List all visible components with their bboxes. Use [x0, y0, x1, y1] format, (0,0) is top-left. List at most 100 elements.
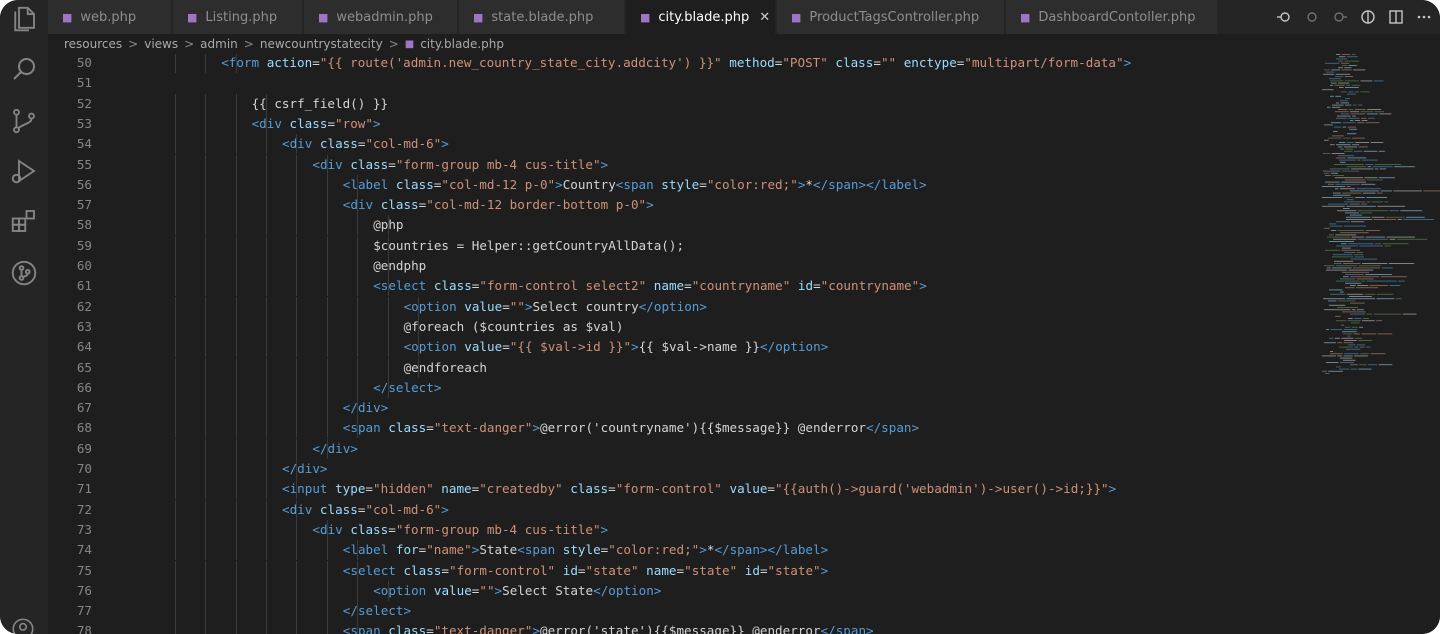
minimap-line [1338, 82, 1350, 84]
extensions-icon[interactable] [9, 206, 39, 236]
minimap-line [1340, 357, 1353, 359]
code-line[interactable]: 64 <option value="{{ $val->id }}">{{ $val… [48, 337, 1316, 358]
minimap-line [1370, 353, 1386, 355]
minimap-line [1350, 285, 1356, 286]
code-line[interactable]: 77 </select> [48, 601, 1316, 622]
minimap-line [1339, 368, 1350, 370]
more-actions-icon[interactable] [1416, 9, 1432, 25]
minimap-line [1325, 181, 1340, 183]
minimap-line [1330, 144, 1335, 146]
code-token: "name" [426, 542, 472, 558]
split-editor-icon[interactable] [1388, 9, 1404, 25]
minimap-line [1352, 144, 1360, 146]
code-line[interactable]: 76 <option value="">Select State</option> [48, 580, 1316, 601]
minimap-line [1332, 267, 1352, 269]
code-line[interactable]: 65 @endforeach [48, 357, 1316, 378]
indent-guide [205, 580, 207, 601]
code-token: > [532, 420, 540, 436]
code-token: value [433, 582, 472, 598]
minimap-line [1340, 188, 1355, 190]
code-line[interactable]: 70 </div> [48, 459, 1316, 479]
run-debug-icon[interactable] [9, 156, 39, 186]
code-token: class [403, 562, 442, 578]
minimap-line [1384, 201, 1388, 203]
minimap-line [1347, 93, 1356, 95]
tab-web-php[interactable]: ■ web.php [48, 0, 172, 34]
minimap-line [1365, 164, 1374, 165]
code-token: = [684, 278, 692, 294]
minimap-line [1324, 139, 1329, 141]
explorer-icon[interactable] [9, 4, 39, 34]
code-line[interactable]: 72 <div class="col-md-6"> [48, 499, 1316, 520]
code-line[interactable]: 52 {{ csrf_field() }} [48, 93, 1316, 114]
breadcrumb-item[interactable]: newcountrystatecity [260, 37, 383, 51]
close-icon[interactable]: ✕ [759, 10, 770, 25]
breadcrumb-file[interactable]: city.blade.php [420, 37, 504, 51]
tab-city-blade-php[interactable]: ■ city.blade.php ✕ [626, 0, 776, 34]
circle-icon[interactable] [1304, 9, 1320, 25]
indent-guide [235, 276, 237, 297]
breadcrumb-item[interactable]: resources [64, 37, 122, 51]
code-line[interactable]: 66 </select> [48, 377, 1316, 398]
minimap-line [1329, 234, 1334, 236]
minimap-line [1324, 227, 1330, 229]
tab-dashboardcontoller-php[interactable]: ■ DashboardContoller.php [1006, 0, 1218, 34]
code-line[interactable]: 63 @foreach ($countries as $val) [48, 316, 1316, 337]
go-forward-icon[interactable] [1332, 9, 1348, 25]
search-icon[interactable] [9, 54, 39, 84]
minimap-line [1346, 216, 1371, 218]
minimap-line [1351, 258, 1378, 260]
code-line[interactable]: 51 [48, 73, 1316, 93]
tab-state-blade-php[interactable]: ■ state.blade.php [459, 0, 625, 34]
tab-listing-php[interactable]: ■ Listing.php [173, 0, 303, 34]
indent-guide [266, 580, 267, 601]
code-line[interactable]: 58 @php [48, 215, 1316, 236]
code-line[interactable]: 53 <div class="row"> [48, 113, 1316, 134]
code-line[interactable]: 69 </div> [48, 438, 1316, 459]
code-line[interactable]: 60 @endphp [48, 256, 1316, 276]
code-line[interactable]: 62 <option value="">Select country</optio… [48, 296, 1316, 317]
indent-guide [205, 479, 207, 500]
tab-label: state.blade.php [491, 9, 594, 25]
code-line[interactable]: 74 <label for="name">State<span style="co… [48, 540, 1316, 561]
code-line[interactable]: 75 <select class="form-control" id="state… [48, 560, 1316, 581]
indent-guide [174, 459, 176, 479]
indent-guide [266, 621, 267, 634]
compare-icon[interactable] [1360, 9, 1376, 25]
code-line[interactable]: 50 <form action="{{ route('admin.new_coun… [48, 54, 1316, 73]
code-line[interactable]: 71 <input type="hidden" name="createdby" … [48, 479, 1316, 500]
code-editor[interactable]: 50 <form action="{{ route('admin.new_coun… [48, 54, 1316, 634]
code-token: "form-control select2" [479, 278, 647, 294]
code-line[interactable]: 67 </div> [48, 398, 1316, 419]
code-line[interactable]: 59 $countries = Helper::getCountryAllData… [48, 235, 1316, 256]
git-graph-icon[interactable] [9, 258, 39, 288]
indent-guide [235, 113, 237, 134]
code-line[interactable]: 61 <select class = "form-control select2" n… [48, 276, 1316, 297]
code-line[interactable]: 73 <div class="form-group mb-4 cus-title"… [48, 519, 1316, 540]
minimap-line [1330, 84, 1334, 86]
minimap-line [1330, 351, 1334, 352]
code-line[interactable]: 55 <div class="form-group mb-4 cus-title"… [48, 154, 1316, 175]
go-back-icon[interactable] [1276, 9, 1292, 25]
minimap[interactable] [1316, 54, 1440, 634]
code-token: <span [342, 623, 389, 634]
code-line[interactable]: 68 <span class="text-danger">@error('coun… [48, 418, 1316, 439]
tab-producttagscontroller-php[interactable]: ■ ProductTagsController.php [777, 0, 1005, 34]
code-line[interactable]: 56 <label class = "col-md-12 p-0">Country<s… [48, 174, 1316, 195]
minimap-line [1352, 137, 1365, 139]
php-file-icon: ■ [1020, 10, 1031, 24]
minimap-line [1328, 183, 1334, 185]
source-control-icon[interactable] [9, 106, 39, 136]
breadcrumb-item[interactable]: views [144, 37, 178, 51]
code-line[interactable]: 78 <span class="text-danger">@error('stat… [48, 621, 1316, 634]
minimap-line [1368, 364, 1378, 366]
code-line[interactable]: 54 <div class="col-md-6"> [48, 134, 1316, 155]
accounts-icon[interactable] [10, 616, 36, 634]
code-line[interactable]: 57 <div class="col-md-12 border-bottom p-… [48, 195, 1316, 216]
code-token: "col-md-6" [365, 501, 442, 517]
tab-webadmin-php[interactable]: ■ webadmin.php [304, 0, 458, 34]
breadcrumb-item[interactable]: admin [200, 37, 238, 51]
code-text: <div class="col-md-6"> [282, 134, 449, 154]
minimap-line [1345, 287, 1355, 289]
minimap-line [1330, 329, 1342, 330]
